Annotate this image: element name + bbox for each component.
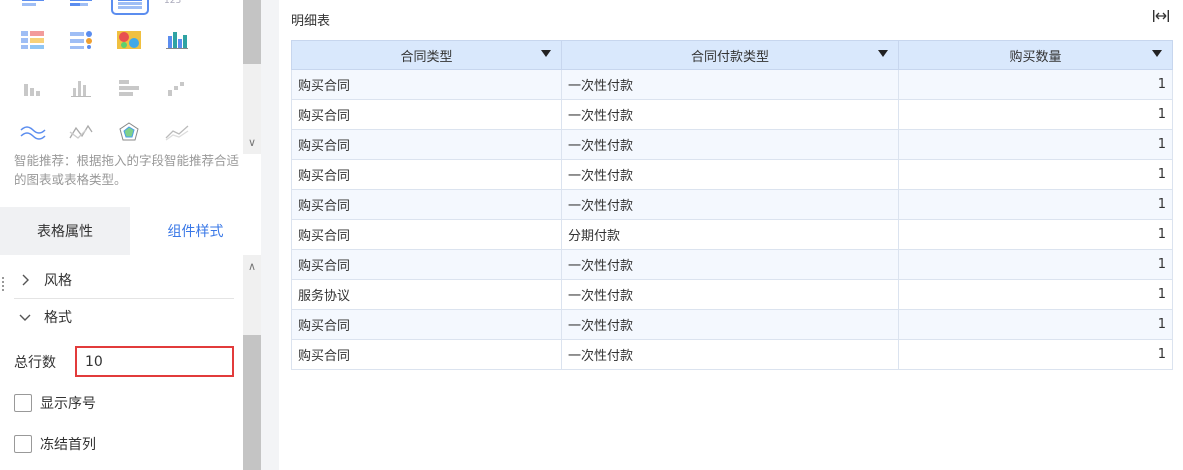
section-style-label: 风格 bbox=[44, 273, 72, 289]
chart-gallery-scroll-thumb[interactable] bbox=[243, 0, 261, 64]
tab-component-style[interactable]: 组件样式 bbox=[130, 207, 261, 255]
cell-quantity: 1 bbox=[898, 219, 1173, 250]
chevron-down-icon bbox=[19, 314, 31, 321]
multi-column-icon[interactable] bbox=[68, 78, 94, 98]
zigzag-line-icon[interactable] bbox=[68, 122, 94, 142]
freeze-first-col-checkbox-row[interactable]: 冻结首列 bbox=[14, 434, 96, 454]
dot-table-icon[interactable] bbox=[68, 30, 94, 50]
config-tabs: 表格属性 组件样式 bbox=[0, 207, 261, 255]
smart-recommend-hint: 智能推荐：根据拖入的字段智能推荐合适的图表或表格类型。 bbox=[14, 153, 240, 187]
style-properties-pane: 风格 格式 总行数 显示序号 冻结首列 ∧ bbox=[0, 255, 261, 470]
cell-payment-type: 一次性付款 bbox=[561, 129, 899, 160]
stacked-row-icon[interactable] bbox=[116, 78, 142, 98]
wave-line-icon[interactable] bbox=[20, 122, 46, 142]
table-row: 购买合同 分期付款 1 bbox=[291, 219, 1173, 250]
table-row: 购买合同 一次性付款 1 bbox=[291, 69, 1173, 100]
column-chart-icon[interactable] bbox=[20, 78, 46, 98]
section-format-toggle[interactable]: 格式 bbox=[14, 299, 234, 335]
detail-table: 合同类型 合同付款类型 购买数量 购买合同 一次性付款 1 购买合同 一次性付款… bbox=[291, 40, 1173, 370]
table-row: 服务协议 一次性付款 1 bbox=[291, 279, 1173, 310]
section-format-label: 格式 bbox=[44, 310, 72, 326]
freeze-first-col-label: 冻结首列 bbox=[40, 437, 96, 453]
radar-chart-icon[interactable] bbox=[116, 122, 142, 142]
panel-divider bbox=[261, 0, 279, 470]
cell-contract-type: 购买合同 bbox=[291, 189, 562, 220]
cell-quantity: 1 bbox=[898, 99, 1173, 130]
cell-quantity: 1 bbox=[898, 189, 1173, 220]
column-header-quantity[interactable]: 购买数量 bbox=[898, 40, 1173, 70]
tab-table-properties[interactable]: 表格属性 bbox=[0, 207, 130, 255]
cell-quantity: 1 bbox=[898, 309, 1173, 340]
cell-payment-type: 一次性付款 bbox=[561, 69, 899, 100]
expand-width-icon[interactable] bbox=[1151, 8, 1171, 24]
table-preview-panel: 明细表 合同类型 合同付款类型 购买数量 购买合同 一次性付款 1 购买合同 一… bbox=[279, 0, 1183, 470]
kpi-number-icon[interactable]: 123 bbox=[162, 0, 188, 12]
cell-payment-type: 一次性付款 bbox=[561, 339, 899, 370]
area-line-icon[interactable] bbox=[164, 122, 190, 142]
column-header-contract-type[interactable]: 合同类型 bbox=[291, 40, 562, 70]
cell-quantity: 1 bbox=[898, 159, 1173, 190]
column-header-label: 合同付款类型 bbox=[690, 49, 769, 65]
total-rows-label: 总行数 bbox=[14, 355, 56, 371]
show-index-checkbox[interactable] bbox=[14, 394, 32, 412]
show-index-checkbox-row[interactable]: 显示序号 bbox=[14, 393, 96, 413]
cell-quantity: 1 bbox=[898, 69, 1173, 100]
cell-payment-type: 一次性付款 bbox=[561, 99, 899, 130]
table-row: 购买合同 一次性付款 1 bbox=[291, 129, 1173, 160]
svg-text:123: 123 bbox=[164, 0, 181, 6]
widget-title: 明细表 bbox=[291, 14, 331, 29]
cell-contract-type: 购买合同 bbox=[291, 129, 562, 160]
cell-payment-type: 一次性付款 bbox=[561, 279, 899, 310]
cell-quantity: 1 bbox=[898, 249, 1173, 280]
cell-payment-type: 一次性付款 bbox=[561, 309, 899, 340]
scroll-down-chevron-icon[interactable]: ∨ bbox=[243, 132, 261, 152]
cell-contract-type: 购买合同 bbox=[291, 309, 562, 340]
cell-payment-type: 一次性付款 bbox=[561, 159, 899, 190]
cell-quantity: 1 bbox=[898, 129, 1173, 160]
table-row: 购买合同 一次性付款 1 bbox=[291, 309, 1173, 340]
grouped-column-icon[interactable] bbox=[164, 30, 190, 50]
sort-dropdown-icon[interactable] bbox=[1152, 50, 1162, 57]
chevron-right-icon bbox=[22, 274, 29, 286]
cell-contract-type: 购买合同 bbox=[291, 219, 562, 250]
color-table-icon[interactable] bbox=[20, 30, 46, 50]
cell-quantity: 1 bbox=[898, 279, 1173, 310]
sort-dropdown-icon[interactable] bbox=[541, 50, 551, 57]
cell-contract-type: 购买合同 bbox=[291, 69, 562, 100]
freeze-first-col-checkbox[interactable] bbox=[14, 435, 32, 453]
stacked-bar-icon[interactable] bbox=[68, 0, 94, 12]
table-row: 购买合同 一次性付款 1 bbox=[291, 159, 1173, 190]
app-root: 123 ∨ 智能推荐：根据拖入的字段智能推荐合适的图表或表格类型。 表格属性 组… bbox=[0, 0, 1183, 470]
column-header-label: 合同类型 bbox=[400, 49, 453, 65]
table-row: 购买合同 一次性付款 1 bbox=[291, 189, 1173, 220]
cell-payment-type: 一次性付款 bbox=[561, 189, 899, 220]
show-index-label: 显示序号 bbox=[40, 396, 96, 412]
heatmap-icon[interactable] bbox=[116, 30, 142, 50]
drag-handle-icon[interactable] bbox=[2, 277, 8, 295]
cell-contract-type: 购买合同 bbox=[291, 339, 562, 370]
scroll-up-chevron-icon[interactable]: ∧ bbox=[243, 257, 261, 275]
sort-dropdown-icon[interactable] bbox=[878, 50, 888, 57]
bar-chart-icon[interactable] bbox=[20, 0, 46, 12]
chart-type-gallery: 123 bbox=[0, 0, 243, 154]
cell-contract-type: 购买合同 bbox=[291, 99, 562, 130]
table-row: 购买合同 一次性付款 1 bbox=[291, 99, 1173, 130]
cell-quantity: 1 bbox=[898, 339, 1173, 370]
left-config-panel: 123 ∨ 智能推荐：根据拖入的字段智能推荐合适的图表或表格类型。 表格属性 组… bbox=[0, 0, 261, 470]
step-chart-icon[interactable] bbox=[164, 78, 190, 98]
section-style-toggle[interactable]: 风格 bbox=[14, 262, 234, 298]
table-header-row: 合同类型 合同付款类型 购买数量 bbox=[291, 40, 1173, 70]
cell-payment-type: 一次性付款 bbox=[561, 249, 899, 280]
detail-table-icon[interactable] bbox=[111, 0, 149, 15]
table-row: 购买合同 一次性付款 1 bbox=[291, 339, 1173, 370]
properties-scroll-thumb[interactable] bbox=[243, 335, 261, 470]
total-rows-input[interactable] bbox=[75, 346, 234, 377]
column-header-payment-type[interactable]: 合同付款类型 bbox=[561, 40, 899, 70]
cell-contract-type: 购买合同 bbox=[291, 159, 562, 190]
cell-payment-type: 分期付款 bbox=[561, 219, 899, 250]
table-row: 购买合同 一次性付款 1 bbox=[291, 249, 1173, 280]
cell-contract-type: 服务协议 bbox=[291, 279, 562, 310]
cell-contract-type: 购买合同 bbox=[291, 249, 562, 280]
column-header-label: 购买数量 bbox=[1009, 49, 1062, 65]
